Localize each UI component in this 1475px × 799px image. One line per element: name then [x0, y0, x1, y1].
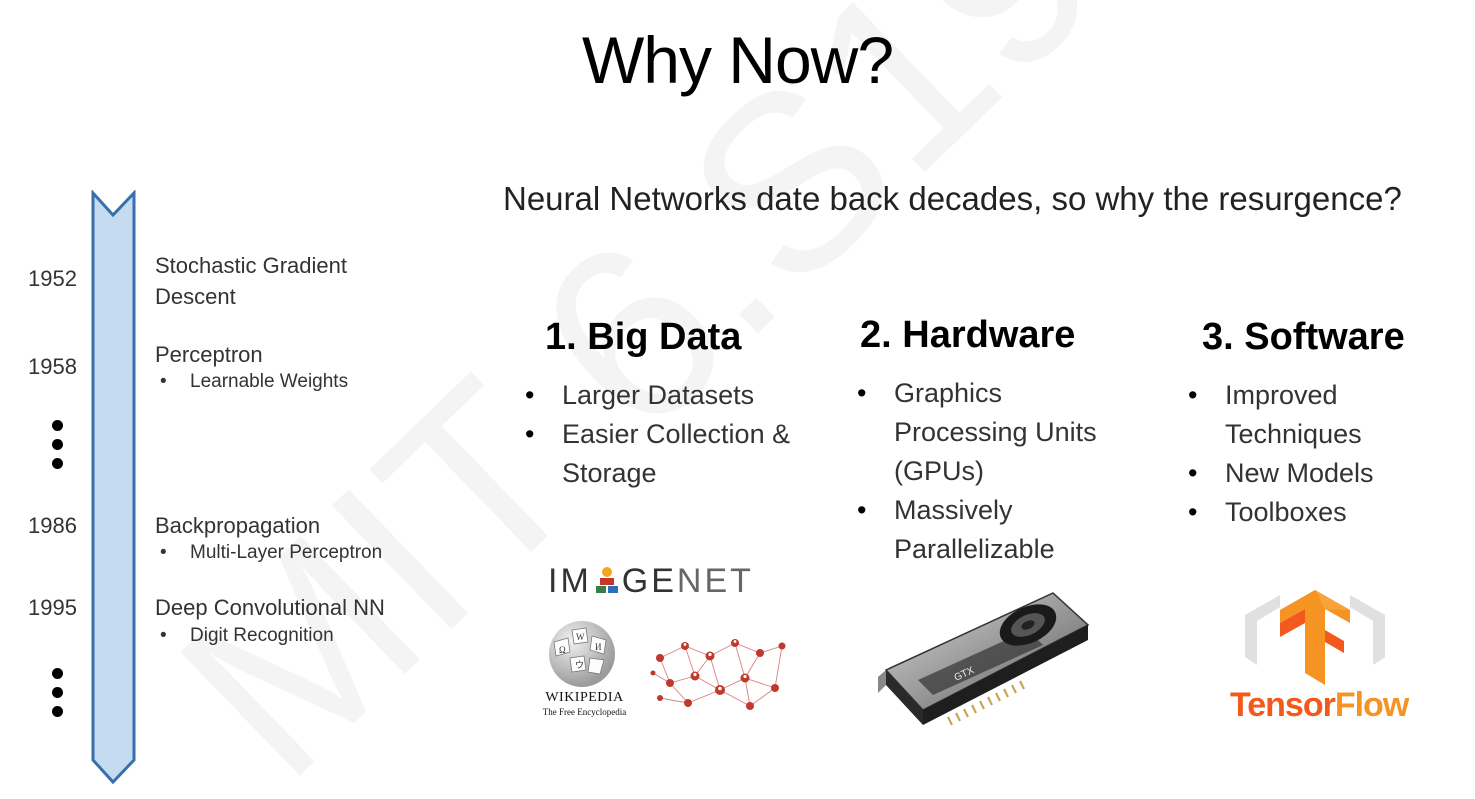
- wikipedia-wordmark: WIKIPEDIA: [545, 690, 624, 705]
- timeline-event-cnn: Deep Convolutional NN: [155, 595, 385, 620]
- imagenet-text-im: IM: [548, 562, 592, 600]
- list-item: Easier Collection & Storage: [525, 415, 815, 493]
- hardware-list: Graphics Processing Units (GPUs) Massive…: [857, 374, 1127, 569]
- list-item: Graphics Processing Units (GPUs): [857, 374, 1127, 491]
- timeline-ellipsis-top: [52, 420, 66, 477]
- timeline-event-perceptron: Perceptron: [155, 342, 263, 367]
- event-title-line2: Descent: [155, 284, 236, 309]
- list-item: Massively Parallelizable: [857, 491, 1127, 569]
- big-data-list: Larger Datasets Easier Collection & Stor…: [525, 376, 815, 493]
- timeline-detail-cnn: • Digit Recognition: [160, 625, 334, 646]
- imagenet-person-icon: [595, 567, 618, 593]
- timeline-year-1995: 1995: [28, 595, 77, 620]
- tensorflow-word-tensor: Tensor: [1230, 686, 1336, 724]
- timeline-detail-perceptron: • Learnable Weights: [160, 371, 349, 392]
- svg-text:И: И: [595, 642, 602, 652]
- timeline-year-1958: 1958: [28, 354, 77, 379]
- timeline-arrow: [91, 190, 136, 785]
- timeline-ellipsis-bottom: [52, 668, 66, 725]
- tensorflow-logo-icon: [1245, 590, 1385, 685]
- list-item: Improved Techniques: [1188, 376, 1428, 454]
- slide-subtitle: Neural Networks date back decades, so wh…: [503, 180, 1402, 217]
- list-item: Toolboxes: [1188, 493, 1428, 532]
- heading-big-data: 1. Big Data: [545, 316, 742, 358]
- timeline-detail-backprop: • Multi-Layer Perceptron: [160, 542, 383, 563]
- svg-text:W: W: [576, 632, 585, 642]
- imagenet-logo: IM GENET: [548, 562, 754, 601]
- list-item: Larger Datasets: [525, 376, 815, 415]
- social-network-icon: [650, 639, 786, 710]
- wikipedia-globe-icon: Ω W И ウ: [549, 621, 615, 687]
- detail-text: Multi-Layer Perceptron: [190, 542, 383, 563]
- svg-text:Ω: Ω: [559, 645, 566, 655]
- tensorflow-wordmark: TensorFlow: [1230, 686, 1409, 725]
- event-title-line1: Stochastic Gradient: [155, 253, 347, 278]
- list-item: New Models: [1188, 454, 1428, 493]
- slide-title: Why Now?: [581, 23, 894, 97]
- timeline-event-backprop: Backpropagation: [155, 513, 321, 538]
- imagenet-text-net: NET: [676, 562, 754, 600]
- heading-software: 3. Software: [1202, 316, 1405, 358]
- svg-text:ウ: ウ: [575, 660, 584, 670]
- heading-hardware: 2. Hardware: [860, 314, 1076, 356]
- wikipedia-tagline: The Free Encyclopedia: [542, 707, 627, 717]
- timeline-event-sgd: Stochastic Gradient Descent: [155, 250, 347, 312]
- gpu-card-image: GTX: [878, 592, 1090, 726]
- detail-text: Learnable Weights: [190, 371, 349, 392]
- software-list: Improved Techniques New Models Toolboxes: [1188, 376, 1428, 532]
- timeline-year-1952: 1952: [28, 266, 77, 291]
- tensorflow-word-flow: Flow: [1334, 686, 1409, 724]
- detail-text: Digit Recognition: [190, 625, 334, 646]
- timeline-year-1986: 1986: [28, 513, 77, 538]
- imagenet-text-ge: GE: [621, 562, 677, 600]
